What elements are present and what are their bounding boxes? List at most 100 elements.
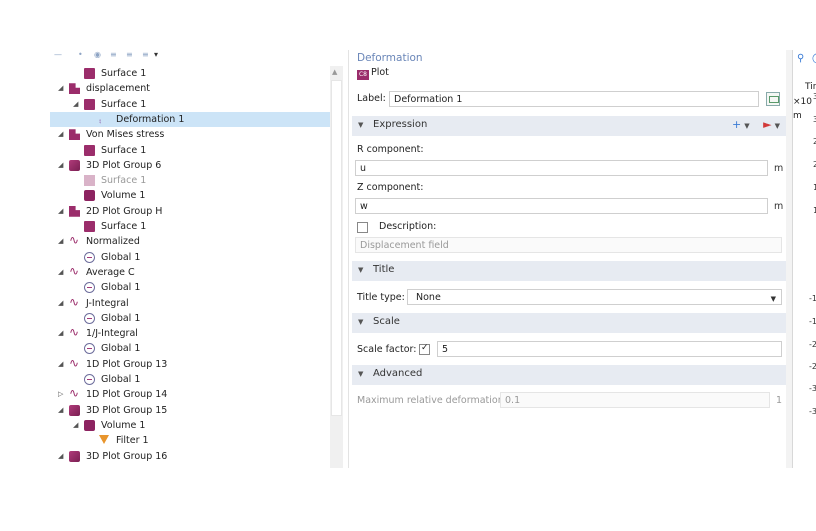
expanded-caret-icon[interactable]: ◢	[58, 451, 66, 461]
insert-expression-icon[interactable]: +	[732, 118, 741, 131]
expanded-caret-icon[interactable]: ◢	[58, 359, 66, 369]
tree-item[interactable]: ◢ Von Mises stress	[50, 127, 330, 142]
graphics-time-label: Tin	[805, 82, 816, 92]
tree-item-label: Surface 1	[101, 98, 147, 110]
tree-item[interactable]: ⨾ Deformation 1	[50, 111, 330, 127]
expanded-caret-icon[interactable]: ◢	[73, 99, 81, 109]
expanded-caret-icon[interactable]: ◢	[58, 328, 66, 338]
tree-item[interactable]: Volume 1	[50, 188, 330, 203]
tree-item[interactable]: Surface 1	[50, 173, 330, 188]
zoom-extents-icon[interactable]: ◯	[812, 53, 816, 64]
tree-item[interactable]: Global 1	[50, 341, 330, 356]
replace-expression-icon[interactable]: ►	[763, 118, 771, 131]
tree-item[interactable]: ◢ ∿ Normalized	[50, 234, 330, 249]
tree-item[interactable]: Filter 1	[50, 433, 330, 448]
insert-dropdown-icon[interactable]: ▼	[744, 122, 749, 130]
tree-item[interactable]: Surface 1	[50, 66, 330, 81]
surface-disabled-icon	[84, 175, 95, 187]
expanded-caret-icon[interactable]: ◢	[58, 83, 66, 93]
z-component-caption: Z component:	[357, 182, 424, 193]
dropdown-icon[interactable]: ▾	[154, 50, 158, 60]
title-type-select[interactable]: None ▼	[407, 289, 782, 305]
tree-item-label: Global 1	[101, 282, 141, 294]
scroll-up-icon[interactable]: ▲	[332, 68, 337, 76]
plot-group-1d-icon: ∿	[69, 233, 80, 248]
tree-item-label: Normalized	[86, 236, 140, 248]
expanded-caret-icon[interactable]: ◢	[73, 420, 81, 430]
tree-item-label: Average C	[86, 266, 135, 278]
expanded-caret-icon[interactable]: ◢	[58, 129, 66, 139]
tree-item[interactable]: ◢ Volume 1	[50, 418, 330, 433]
z-unit: m	[774, 201, 784, 212]
tree-item-label: Surface 1	[101, 175, 147, 187]
tree-item[interactable]: Global 1	[50, 372, 330, 387]
tree-item[interactable]: ◢ ∿ 1D Plot Group 13	[50, 357, 330, 372]
expanded-caret-icon[interactable]: ◢	[58, 160, 66, 170]
settings-subtitle: C8 Plot	[357, 67, 389, 80]
tree-item[interactable]: ◢ Surface 1	[50, 97, 330, 112]
description-checkbox[interactable]	[357, 222, 368, 233]
section-advanced[interactable]: ▼ Advanced	[352, 365, 786, 385]
label-field[interactable]: Deformation 1	[389, 91, 759, 107]
tree-item[interactable]: Global 1	[50, 311, 330, 326]
chevron-down-icon: ▼	[770, 295, 776, 303]
section-title-title: Title	[373, 264, 395, 275]
description-field[interactable]: Displacement field	[355, 237, 782, 253]
surface-icon	[84, 68, 95, 79]
r-unit: m	[774, 163, 784, 174]
tree-item[interactable]: Global 1	[50, 280, 330, 295]
tree-item[interactable]: ◢ displacement	[50, 81, 330, 96]
expanded-caret-icon[interactable]: ◢	[58, 267, 66, 277]
collapse-triangle-icon: ▼	[358, 121, 364, 129]
r-component-field[interactable]: u	[355, 160, 768, 176]
expression-tools: + ▼ ► ▼	[732, 118, 780, 131]
tree-item-label: displacement	[86, 83, 151, 95]
tree-item[interactable]: ◢ 3D Plot Group 6	[50, 158, 330, 173]
expanded-caret-icon[interactable]: ◢	[58, 405, 66, 415]
tree-item[interactable]: ◢ ∿ Average C	[50, 265, 330, 280]
tree-item[interactable]: ◢ ∿ J-Integral	[50, 296, 330, 311]
add-icon[interactable]: •	[78, 50, 83, 60]
tree-item-label: Global 1	[101, 374, 141, 385]
expanded-caret-icon[interactable]: ◢	[58, 298, 66, 308]
list-add-icon[interactable]: ≡	[126, 50, 133, 60]
replace-dropdown-icon[interactable]: ▼	[775, 122, 780, 130]
axis-tick-label: -3	[809, 384, 816, 393]
tree-item-label: Global 1	[101, 312, 141, 324]
tree-item-label: 3D Plot Group 15	[86, 404, 168, 416]
tree-item[interactable]: ◢ 2D Plot Group H	[50, 204, 330, 219]
show-icon[interactable]: ◉	[94, 50, 101, 60]
surface-icon	[84, 98, 95, 110]
tree-item-label: Volume 1	[101, 190, 146, 202]
tree-item[interactable]: Surface 1	[50, 143, 330, 158]
global-icon	[84, 374, 95, 385]
collapsed-caret-icon[interactable]: ▷	[58, 389, 66, 399]
max-relative-deformation-field[interactable]: 0.1	[500, 392, 770, 408]
r-component-caption: R component:	[357, 144, 424, 155]
tree-item[interactable]: Global 1	[50, 250, 330, 265]
axis-tick-label: -2	[809, 340, 816, 349]
expanded-caret-icon[interactable]: ◢	[58, 236, 66, 246]
zoom-icon[interactable]: ⚲	[797, 53, 804, 64]
expanded-caret-icon[interactable]: ◢	[58, 206, 66, 216]
list-icon[interactable]: ≡	[110, 50, 117, 60]
scale-factor-field[interactable]: 5	[437, 341, 782, 357]
label-reset-icon[interactable]	[766, 92, 780, 106]
settings-title: Deformation	[357, 52, 423, 64]
section-scale[interactable]: ▼ Scale	[352, 313, 786, 333]
list-icon[interactable]: ≡	[142, 50, 149, 60]
tree-scrollbar-thumb[interactable]	[331, 80, 342, 416]
tree-item[interactable]: ◢ 3D Plot Group 15	[50, 403, 330, 418]
section-title[interactable]: ▼ Title	[352, 261, 786, 281]
plot-group-2d-icon	[69, 83, 80, 95]
section-expression[interactable]: ▼ Expression + ▼ ► ▼	[352, 116, 786, 136]
tree-item[interactable]: ◢ 3D Plot Group 16	[50, 449, 330, 464]
tree-item[interactable]: ▷ ∿ 1D Plot Group 14	[50, 387, 330, 402]
surface-icon	[84, 144, 95, 156]
axis-tick-label: -1	[809, 317, 816, 326]
collapse-icon[interactable]: —	[54, 50, 62, 60]
tree-item[interactable]: Surface 1	[50, 219, 330, 234]
tree-item[interactable]: ◢ ∿ 1/J-Integral	[50, 326, 330, 341]
scale-factor-checkbox[interactable]	[419, 343, 430, 355]
z-component-field[interactable]: w	[355, 198, 768, 214]
